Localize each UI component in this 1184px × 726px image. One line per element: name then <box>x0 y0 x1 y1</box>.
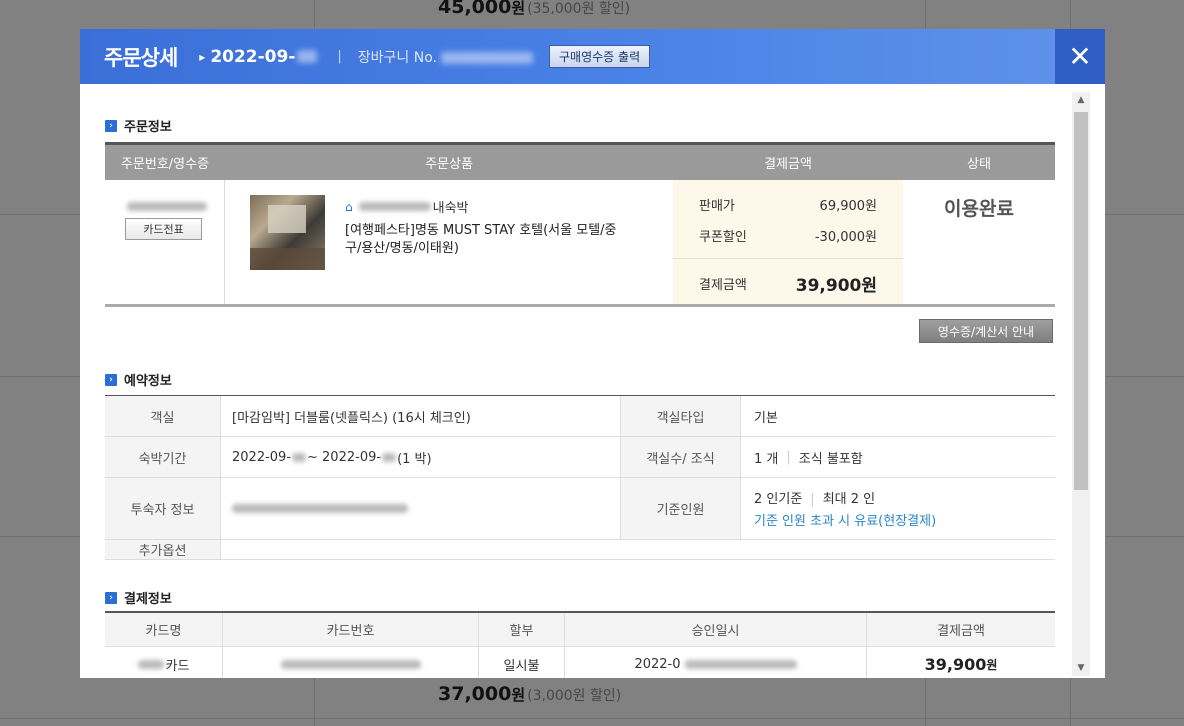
reservation-table: 객실 [마감임박] 더블룸(넷플릭스) (16시 체크인) 객실타입 기본 숙박… <box>105 395 1055 560</box>
redacted-day <box>292 452 307 462</box>
product-cell: ⌂ 내숙박 [여행페스타]명동 MUST STAY 호텔(서울 모텔/중구/용산… <box>225 180 673 304</box>
guest-info-value <box>221 478 621 539</box>
redacted-category <box>358 202 431 211</box>
coupon-line: 쿠폰할인 -30,000원 <box>699 230 877 245</box>
chevron-right-icon: ▸ <box>199 49 206 64</box>
redacted-date <box>297 50 318 63</box>
column-header: 승인일시 <box>565 613 867 646</box>
order-status: 이용완료 <box>944 198 1014 220</box>
redacted-order-number <box>127 202 207 211</box>
header-separator: | <box>337 49 342 64</box>
order-info-heading: › 주문정보 <box>105 116 172 135</box>
column-header: 결제금액 <box>764 157 812 172</box>
modal-title: 주문상세 <box>104 45 178 70</box>
rooms-meal-label: 객실수/ 조식 <box>621 437 741 477</box>
capacity-value: 2 인기준 | 최대 2 인 기준 인원 초과 시 유료(현장결제) <box>754 492 937 529</box>
column-header: 카드명 <box>105 613 223 646</box>
payment-amount: 39,900 원 <box>924 654 998 674</box>
redacted-cart-number <box>441 51 534 64</box>
card-name: 카드 <box>105 647 223 678</box>
column-header: 주문번호/영수증 <box>120 157 210 172</box>
column-header: 상태 <box>967 157 991 172</box>
column-header: 주문상품 <box>425 157 473 172</box>
invoice-guide-button[interactable]: 영수증/계산서 안내 <box>919 319 1053 343</box>
column-header: 할부 <box>479 613 565 646</box>
status-cell: 이용완료 <box>903 180 1055 304</box>
order-detail-modal: 주문상세 ▸ 2022-09- | 장바구니 No. 구매영수증 출력 ✕ ▲ … <box>80 29 1105 678</box>
sale-price-line: 판매가 69,900원 <box>699 199 877 214</box>
redacted-card-number <box>280 659 421 669</box>
capacity-label: 기준인원 <box>621 478 741 539</box>
redacted-day <box>382 452 397 462</box>
guest-info-label: 투숙자 정보 <box>105 478 221 539</box>
total-amount: 39,900원 <box>795 276 877 296</box>
payment-info-heading: › 결제정보 <box>105 588 172 607</box>
product-name[interactable]: [여행페스타]명동 MUST STAY 호텔(서울 모텔/중구/용산/명동/이태… <box>345 222 630 258</box>
scrollbar-thumb[interactable] <box>1074 112 1088 490</box>
total-line: 결제금액 39,900원 <box>699 271 877 296</box>
order-row: 카드전표 ⌂ 내숙박 [여행페스타]명동 MUST STAY 호텔(서울 모텔/… <box>105 180 1055 307</box>
room-type-value: 기본 <box>754 410 778 426</box>
extra-option-value <box>221 540 1055 559</box>
order-table-header: 주문번호/영수증 주문상품 결제금액 상태 <box>105 142 1055 180</box>
reservation-row: 투숙자 정보 기준인원 2 인기준 | 최대 2 인 기준 인원 초과 시 유료(현… <box>105 478 1055 540</box>
order-table: 주문번호/영수증 주문상품 결제금액 상태 카드전표 ⌂ 내숙박 [여행페스타]… <box>105 142 1055 307</box>
redacted-card-name <box>137 659 164 669</box>
order-date: 2022-09- <box>210 47 318 67</box>
payment-table: 카드명 카드번호 할부 승인일시 결제금액 카드 일시불 2022-0 39,9… <box>105 611 1055 678</box>
section-arrow-icon: › <box>105 373 117 386</box>
column-header: 카드번호 <box>223 613 479 646</box>
installment: 일시불 <box>479 647 565 678</box>
reservation-row: 추가옵션 <box>105 540 1055 560</box>
card-number <box>223 647 479 678</box>
scroll-down-icon[interactable]: ▼ <box>1072 660 1090 676</box>
room-value: [마감임박] 더블룸(넷플릭스) (16시 체크인) <box>221 396 621 436</box>
column-header: 결제금액 <box>937 624 985 639</box>
scroll-up-icon[interactable]: ▲ <box>1072 92 1090 108</box>
section-arrow-icon: › <box>105 591 117 604</box>
stay-period-label: 숙박기간 <box>105 437 221 477</box>
modal-body[interactable]: ▲ ▼ › 주문정보 주문번호/영수증 주문상품 결제금액 상태 카드전표 ⌂ … <box>80 84 1105 678</box>
payment-amount-cell: 판매가 69,900원 쿠폰할인 -30,000원 결제금액 39,900원 <box>673 180 903 304</box>
rooms-meal-value: 1 개 | 조식 불포함 <box>754 449 863 467</box>
reservation-row: 숙박기간 2022-09- ~ 2022-09- (1 박) 객실수/ 조식 1… <box>105 437 1055 478</box>
reservation-info-heading: › 예약정보 <box>105 370 172 389</box>
print-receipt-button[interactable]: 구매영수증 출력 <box>549 45 651 68</box>
section-arrow-icon: › <box>105 119 117 132</box>
room-type-label: 객실타입 <box>621 396 741 436</box>
extra-option-label: 추가옵션 <box>105 540 221 559</box>
product-thumbnail[interactable] <box>250 195 325 270</box>
stay-period-value: 2022-09- ~ 2022-09- (1 박) <box>221 437 621 477</box>
reservation-row: 객실 [마감임박] 더블룸(넷플릭스) (16시 체크인) 객실타입 기본 <box>105 396 1055 437</box>
approval-datetime: 2022-0 <box>565 647 867 678</box>
home-icon: ⌂ <box>345 199 353 214</box>
scrollbar[interactable]: ▲ ▼ <box>1072 92 1090 676</box>
capacity-note-link[interactable]: 기준 인원 초과 시 유료(현장결제) <box>754 510 936 529</box>
order-number-cell: 카드전표 <box>105 180 225 304</box>
redacted-guest-info <box>232 504 408 513</box>
redacted-approval-time <box>684 659 797 669</box>
payment-table-header: 카드명 카드번호 할부 승인일시 결제금액 <box>105 613 1055 647</box>
product-category: ⌂ 내숙박 <box>345 199 469 217</box>
room-label: 객실 <box>105 396 221 436</box>
payment-row: 카드 일시불 2022-0 39,900 원 <box>105 647 1055 678</box>
cart-number: 장바구니 No. <box>358 47 534 67</box>
card-slip-button[interactable]: 카드전표 <box>125 218 202 240</box>
close-icon[interactable]: ✕ <box>1055 29 1105 84</box>
modal-header: 주문상세 ▸ 2022-09- | 장바구니 No. 구매영수증 출력 ✕ <box>80 29 1105 84</box>
